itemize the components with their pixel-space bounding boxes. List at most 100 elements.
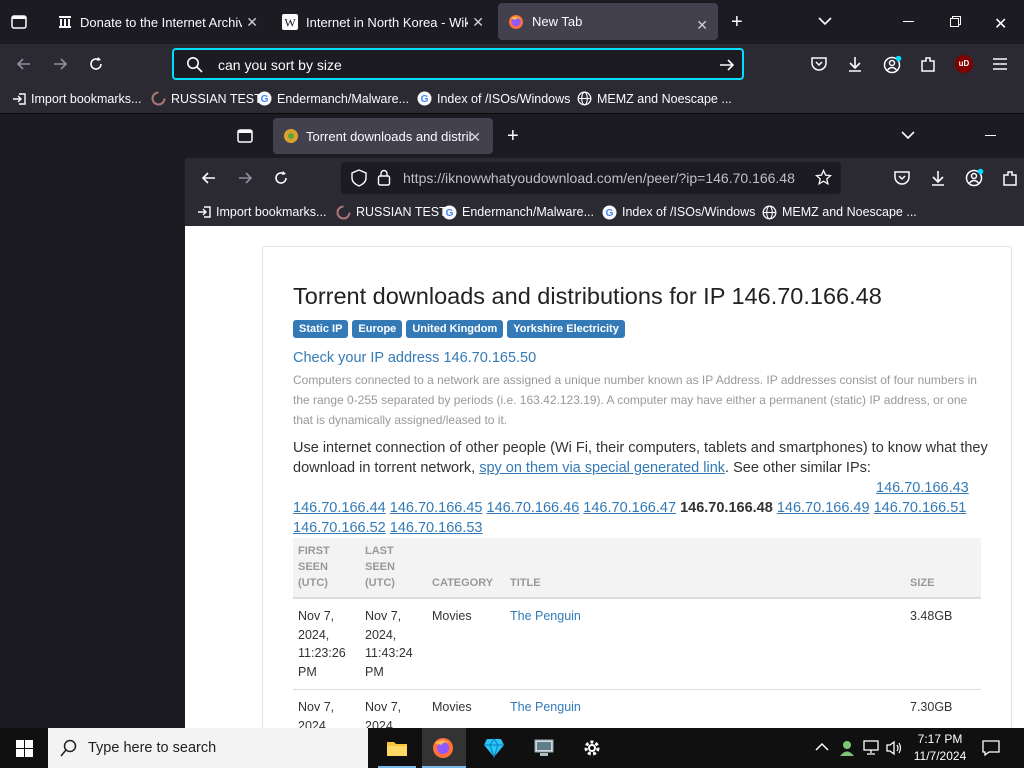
similar-ip-link[interactable]: 146.70.166.47: [583, 500, 676, 516]
similar-ip-link[interactable]: 146.70.166.51: [874, 500, 967, 516]
shield-icon[interactable]: [351, 169, 367, 187]
chevron-down-icon[interactable]: [818, 16, 832, 26]
pocket-icon[interactable]: [893, 169, 911, 187]
similar-ip-link[interactable]: 146.70.166.43: [876, 480, 969, 496]
notification-icon[interactable]: [982, 739, 1000, 757]
taskbar-app-firefox[interactable]: [422, 728, 466, 768]
spy-link[interactable]: spy on them via special generated link: [479, 460, 725, 476]
firefox-view-icon[interactable]: [236, 127, 254, 145]
account-icon[interactable]: [965, 168, 984, 187]
cell-last-seen: Nov 7, 2024, 11:43:24 PM: [360, 598, 427, 690]
import-icon: [197, 205, 211, 219]
user-tray-icon[interactable]: [838, 739, 856, 757]
tab-new-tab[interactable]: New Tab ✕: [498, 3, 718, 40]
bookmark-russian-test[interactable]: RUSSIAN TEST: [336, 198, 447, 226]
back-icon[interactable]: [201, 170, 217, 186]
chevron-down-icon[interactable]: [901, 130, 915, 140]
network-icon[interactable]: [862, 740, 880, 756]
bookmark-import[interactable]: Import bookmarks...: [12, 84, 141, 113]
outer-address-bar[interactable]: can you sort by size: [172, 48, 744, 80]
tab-wikipedia[interactable]: W Internet in North Korea - Wikipe ✕: [276, 0, 494, 44]
cell-first-seen: Nov 7, 2024, 11:23:26 PM: [293, 598, 360, 690]
similar-ip-link[interactable]: 146.70.166.52: [293, 520, 386, 536]
windows-start-icon[interactable]: [16, 740, 33, 757]
forward-icon[interactable]: [52, 56, 68, 72]
extensions-icon[interactable]: [919, 55, 937, 73]
volume-icon[interactable]: [885, 740, 903, 756]
tab-donate[interactable]: Donate to the Internet Archive! ✕: [50, 0, 268, 44]
inner-address-bar[interactable]: https://iknowwhatyoudownload.com/en/peer…: [341, 162, 841, 194]
header-title[interactable]: TITLE: [505, 538, 905, 599]
header-size[interactable]: SIZE: [905, 538, 981, 599]
menu-icon[interactable]: [992, 57, 1008, 71]
similar-ip-link[interactable]: 146.70.166.44: [293, 500, 386, 516]
file-explorer-icon: [386, 739, 408, 757]
ublock-icon[interactable]: uD: [955, 55, 973, 73]
bookmark-memz[interactable]: MEMZ and Noescape ...: [577, 84, 732, 113]
search-placeholder: Type here to search: [88, 740, 217, 756]
header-last-seen[interactable]: LAST SEEN (UTC): [360, 538, 427, 599]
extensions-icon[interactable]: [1001, 169, 1019, 187]
tab-label: Donate to the Internet Archive!: [80, 14, 242, 30]
bookmark-label: RUSSIAN TEST: [171, 91, 262, 106]
header-category[interactable]: CATEGORY: [427, 538, 505, 599]
minimize-button[interactable]: [903, 21, 914, 22]
close-icon[interactable]: ✕: [696, 17, 708, 33]
back-icon[interactable]: [16, 56, 32, 72]
cell-title-link[interactable]: The Penguin: [505, 598, 905, 690]
close-icon[interactable]: ✕: [472, 14, 484, 30]
taskbar-app-gem[interactable]: [472, 728, 516, 768]
bookmark-isos[interactable]: G Index of /ISOs/Windows: [602, 198, 755, 226]
chevron-up-icon[interactable]: [815, 742, 829, 752]
google-icon: G: [257, 91, 272, 106]
bookmark-endermanch[interactable]: G Endermanch/Malware...: [442, 198, 594, 226]
bookmark-isos[interactable]: G Index of /ISOs/Windows: [417, 84, 570, 113]
restore-button[interactable]: [950, 16, 961, 27]
account-icon[interactable]: [883, 55, 902, 74]
clock[interactable]: 7:17 PM 11/7/2024: [910, 731, 970, 765]
new-tab-button[interactable]: +: [507, 125, 519, 148]
new-tab-button[interactable]: +: [731, 12, 743, 32]
bookmark-endermanch[interactable]: G Endermanch/Malware...: [257, 84, 409, 113]
gem-icon: [483, 738, 505, 758]
url-text[interactable]: https://iknowwhatyoudownload.com/en/peer…: [403, 170, 795, 186]
taskbar-app-network[interactable]: [522, 728, 566, 768]
lock-icon[interactable]: [377, 169, 391, 186]
check-ip-link[interactable]: Check your IP address 146.70.165.50: [293, 350, 536, 366]
bookmark-russian-test[interactable]: RUSSIAN TEST: [151, 84, 262, 113]
reload-icon[interactable]: [273, 170, 289, 186]
similar-ip-link[interactable]: 146.70.166.53: [390, 520, 483, 536]
similar-ip-link[interactable]: 146.70.166.49: [777, 500, 870, 516]
cell-last-seen: Nov 7, 2024,: [360, 689, 427, 728]
forward-icon[interactable]: [237, 170, 253, 186]
reload-icon[interactable]: [88, 56, 104, 72]
tab-torrent-downloads[interactable]: Torrent downloads and distribu ✕: [273, 118, 493, 154]
cell-title-link[interactable]: The Penguin: [505, 689, 905, 728]
badge-provider: Yorkshire Electricity: [507, 320, 625, 338]
taskbar-search-box[interactable]: Type here to search: [48, 728, 368, 768]
pocket-icon[interactable]: [810, 55, 828, 73]
header-first-seen[interactable]: FIRST SEEN (UTC): [293, 538, 360, 599]
table-row: Nov 7, 2024, 11:23:26 PM Nov 7, 2024, 11…: [293, 598, 981, 690]
close-icon[interactable]: ✕: [469, 129, 481, 145]
download-icon[interactable]: [846, 55, 864, 73]
close-icon[interactable]: ✕: [246, 14, 258, 30]
taskbar-app-file-explorer[interactable]: [378, 728, 416, 768]
bookmark-import[interactable]: Import bookmarks...: [197, 198, 326, 226]
import-icon: [12, 92, 26, 106]
bookmark-memz[interactable]: MEMZ and Noescape ...: [762, 198, 917, 226]
taskbar-app-settings[interactable]: [570, 728, 614, 768]
inner-tab-strip: Torrent downloads and distribu ✕ +: [185, 114, 1024, 158]
go-arrow-icon[interactable]: [719, 57, 735, 73]
firefox-view-icon[interactable]: [10, 13, 28, 31]
outer-tab-strip: Donate to the Internet Archive! ✕ W Inte…: [0, 0, 1024, 44]
download-icon[interactable]: [929, 169, 947, 187]
close-window-button[interactable]: ✕: [994, 14, 1007, 34]
cell-first-seen: Nov 7, 2024,: [293, 689, 360, 728]
similar-ip-link[interactable]: 146.70.166.45: [390, 500, 483, 516]
star-icon[interactable]: [815, 169, 832, 186]
similar-ip-link[interactable]: 146.70.166.46: [487, 500, 580, 516]
address-input-value[interactable]: can you sort by size: [218, 57, 342, 73]
bookmark-label: Endermanch/Malware...: [277, 91, 410, 106]
minimize-button[interactable]: [985, 135, 996, 136]
